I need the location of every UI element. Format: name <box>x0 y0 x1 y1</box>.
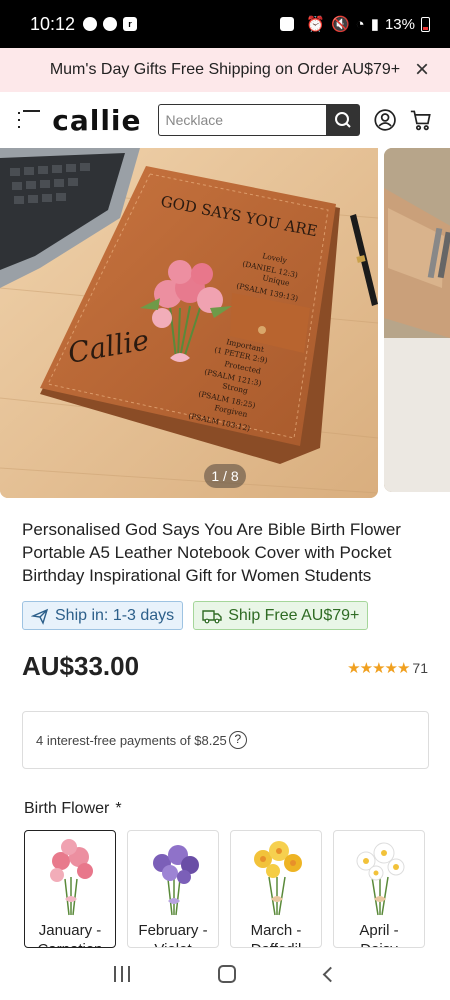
help-icon[interactable]: ? <box>228 731 247 749</box>
battery-icon <box>421 16 430 32</box>
star-rating-icon: ★★★★★ <box>347 660 410 677</box>
system-nav-bar <box>0 948 450 1000</box>
image-counter: 1 / 8 <box>204 464 246 488</box>
flower-option-february[interactable]: February - Violet <box>127 830 219 948</box>
review-count: 71 <box>412 660 428 676</box>
free-shipping-text: Ship Free AU$79+ <box>228 606 360 624</box>
recent-apps-icon[interactable] <box>114 966 131 982</box>
ship-time-text: Ship in: 1-3 days <box>55 606 175 624</box>
flower-month: April - <box>359 922 399 939</box>
wifi-icon: ◔ <box>355 15 365 33</box>
violet-icon <box>153 845 199 916</box>
free-shipping-badge: Ship Free AU$79+ <box>193 601 369 630</box>
notification-icon <box>83 17 98 31</box>
birth-flower-label-text: Birth Flower <box>24 800 110 817</box>
cart-icon[interactable] <box>410 107 432 133</box>
carnation-icon <box>50 839 93 916</box>
ship-time-badge: Ship in: 1-3 days <box>22 601 184 630</box>
flower-month: March - <box>250 922 302 939</box>
search-input[interactable] <box>157 104 326 136</box>
back-icon[interactable] <box>322 966 339 982</box>
ring-app-icon: r <box>123 17 138 31</box>
birth-flower-label: Birth Flower * <box>24 800 122 818</box>
flower-option-label: January - Carnation <box>25 921 115 947</box>
flower-type: Daffodil <box>231 940 321 947</box>
close-icon[interactable]: × <box>408 56 436 84</box>
flower-option-label: March - Daffodil <box>231 921 321 947</box>
flower-type: Daisy <box>334 940 424 947</box>
daffodil-icon <box>254 841 302 916</box>
product-image-next[interactable] <box>384 148 450 492</box>
battery-percent: 13% <box>384 15 415 33</box>
flower-option-april[interactable]: April - Daisy <box>333 830 425 948</box>
notebook-photo: GOD SAYS YOU ARE Callie Lovely (DANIEL 1… <box>0 148 378 498</box>
alert-icon <box>103 17 118 31</box>
signal-icon: ▮ <box>370 16 379 33</box>
search-bar <box>157 104 360 136</box>
site-header: callie <box>0 92 450 148</box>
installments-box: 4 interest-free payments of $8.25 ? <box>22 711 429 769</box>
product-image-main[interactable]: GOD SAYS YOU ARE Callie Lovely (DANIEL 1… <box>0 148 378 498</box>
home-icon[interactable] <box>218 965 237 983</box>
flower-option-march[interactable]: March - Daffodil <box>230 830 322 948</box>
status-bar: 10:12 r ⏰ 🔇 ◔ ▮ 13% <box>0 0 450 48</box>
required-asterisk: * <box>115 800 122 817</box>
installments-text: 4 interest-free payments of $8.25 <box>36 732 227 748</box>
search-button[interactable] <box>325 104 360 136</box>
promo-text: Mum's Day Gifts Free Shipping on Order A… <box>49 61 401 78</box>
account-icon[interactable] <box>373 107 396 133</box>
flower-option-label: February - Violet <box>128 921 218 947</box>
flower-option-january[interactable]: January - Carnation <box>24 830 116 948</box>
flower-type: Carnation <box>25 940 115 947</box>
alarm-icon: ⏰ <box>306 16 325 33</box>
product-title: Personalised God Says You Are Bible Birt… <box>22 520 401 585</box>
menu-icon[interactable] <box>18 110 41 130</box>
promo-banner: Mum's Day Gifts Free Shipping on Order A… <box>0 48 450 92</box>
truck-icon <box>202 609 222 623</box>
product-gallery[interactable]: GOD SAYS YOU ARE Callie Lovely (DANIEL 1… <box>0 148 450 498</box>
daisy-icon <box>356 842 405 916</box>
product-rating[interactable]: ★★★★★ 71 <box>347 659 428 677</box>
flower-month: February - <box>138 922 208 939</box>
mute-icon: 🔇 <box>330 16 350 33</box>
flower-month: January - <box>38 922 102 939</box>
site-logo[interactable]: callie <box>52 104 141 137</box>
search-icon <box>334 112 351 128</box>
product-price: AU$33.00 <box>22 651 140 681</box>
flower-type: Violet <box>128 940 218 947</box>
status-right: ⏰ 🔇 ◔ ▮ 13% <box>280 15 430 33</box>
status-time: 10:12 <box>30 13 76 34</box>
flower-option-label: April - Daisy <box>334 921 424 947</box>
shipping-badges: Ship in: 1-3 days Ship Free AU$79+ <box>22 601 369 630</box>
airplane-icon <box>31 608 49 625</box>
birth-flower-options: January - Carnation February - Violet Ma… <box>24 830 425 948</box>
lock-icon <box>280 17 295 31</box>
